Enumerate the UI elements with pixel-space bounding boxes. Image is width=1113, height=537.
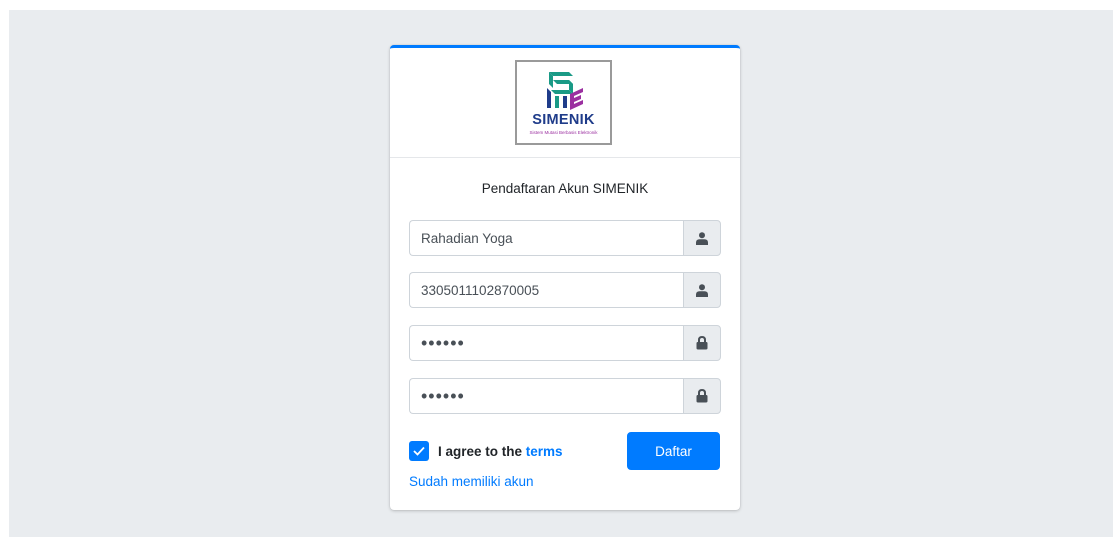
check-icon bbox=[413, 446, 425, 456]
daftar-button[interactable]: Daftar bbox=[627, 432, 720, 470]
card-header: SIMENIK Sistem Mutasi Berbasis Elektroni… bbox=[390, 48, 740, 158]
password-input-group bbox=[409, 325, 721, 361]
lock-icon bbox=[696, 389, 708, 403]
logo-subtitle: Sistem Mutasi Berbasis Elektronik bbox=[529, 130, 598, 135]
nik-input[interactable] bbox=[409, 272, 683, 308]
retype-password-input[interactable] bbox=[409, 378, 683, 414]
have-account-link[interactable]: Sudah memiliki akun bbox=[409, 474, 534, 489]
terms-link[interactable]: terms bbox=[526, 444, 563, 459]
password-input[interactable] bbox=[409, 325, 683, 361]
agree-label: I agree to the terms bbox=[438, 444, 563, 459]
nik-addon bbox=[683, 272, 721, 308]
nik-input-group bbox=[409, 272, 721, 308]
agree-prefix-text: I agree to the bbox=[438, 443, 526, 459]
fullname-input[interactable] bbox=[409, 220, 683, 256]
agree-checkbox[interactable] bbox=[409, 441, 429, 461]
logo-mark-icon bbox=[547, 72, 583, 110]
register-message: Pendaftaran Akun SIMENIK bbox=[481, 181, 649, 196]
simenik-logo: SIMENIK Sistem Mutasi Berbasis Elektroni… bbox=[515, 60, 612, 145]
password-addon bbox=[683, 325, 721, 361]
register-card: SIMENIK Sistem Mutasi Berbasis Elektroni… bbox=[390, 45, 740, 510]
user-icon bbox=[696, 283, 708, 297]
retype-password-input-group bbox=[409, 378, 721, 414]
fullname-addon bbox=[683, 220, 721, 256]
logo-title: SIMENIK bbox=[532, 112, 595, 128]
retype-password-addon bbox=[683, 378, 721, 414]
lock-icon bbox=[696, 336, 708, 350]
user-icon bbox=[696, 231, 708, 245]
agree-terms-row: I agree to the terms bbox=[409, 441, 563, 461]
fullname-input-group bbox=[409, 220, 721, 256]
